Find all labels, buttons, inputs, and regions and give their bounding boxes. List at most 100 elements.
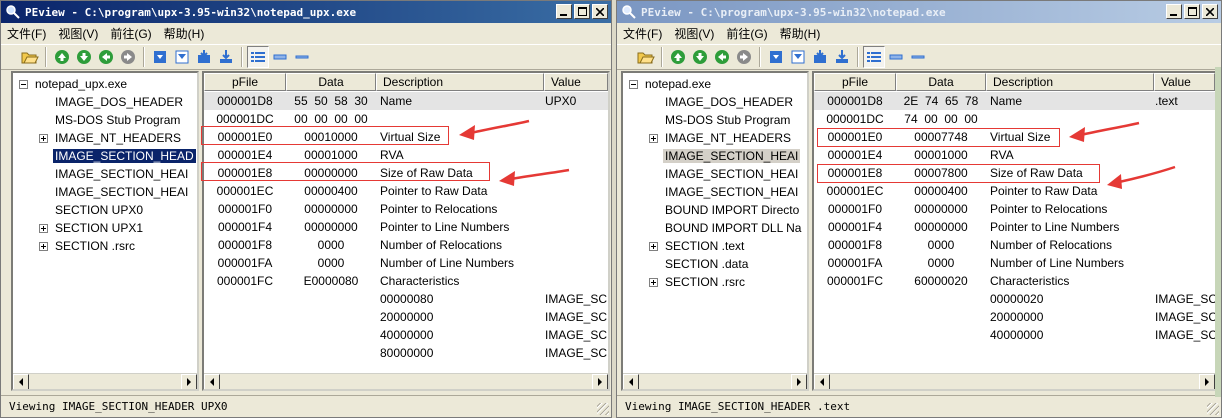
table-row[interactable]: 80000000 IMAGE_SC xyxy=(204,344,608,362)
tree-item[interactable]: SECTION UPX0 xyxy=(53,201,145,219)
column-header-data[interactable]: Data xyxy=(896,73,986,91)
tree-item[interactable]: SECTION .data xyxy=(663,255,750,273)
tree-item[interactable]: IMAGE_NT_HEADERS xyxy=(649,129,793,147)
tree-item[interactable]: MS-DOS Stub Program xyxy=(663,111,792,129)
table-row[interactable]: 40000000 IMAGE_SC xyxy=(814,326,1215,344)
table-row[interactable]: 000001E8 00000000 Size of Raw Data xyxy=(204,164,608,182)
collapse-icon[interactable] xyxy=(19,80,28,89)
expand-icon[interactable] xyxy=(649,134,658,143)
list-view-icon[interactable] xyxy=(863,46,885,68)
tree-item[interactable]: MS-DOS Stub Program xyxy=(53,111,182,129)
table-row[interactable]: 000001EC 00000400 Pointer to Raw Data xyxy=(204,182,608,200)
expand-icon[interactable] xyxy=(649,278,658,287)
green-up-icon[interactable] xyxy=(667,46,689,68)
table-row[interactable]: 000001EC 00000400 Pointer to Raw Data xyxy=(814,182,1215,200)
scroll-right-button[interactable] xyxy=(592,374,608,389)
resize-grip[interactable] xyxy=(597,403,609,415)
compact-view-icon[interactable] xyxy=(907,46,929,68)
title-bar[interactable]: PEview - C:\program\upx-3.95-win32\notep… xyxy=(1,1,611,23)
address-down-icon[interactable] xyxy=(831,46,853,68)
scroll-left-button[interactable] xyxy=(204,374,220,389)
table-row[interactable]: 40000000 IMAGE_SC xyxy=(204,326,608,344)
table-row[interactable]: 000001E8 00007800 Size of Raw Data xyxy=(814,164,1215,182)
green-down-icon[interactable] xyxy=(73,46,95,68)
column-header-data[interactable]: Data xyxy=(286,73,376,91)
table-row[interactable]: 000001DC 00 00 00 00 xyxy=(204,110,608,128)
table-row[interactable]: 000001F8 0000 Number of Relocations xyxy=(204,236,608,254)
magnifier-app-icon[interactable] xyxy=(621,4,637,20)
table-row[interactable]: 000001F0 00000000 Pointer to Relocations xyxy=(204,200,608,218)
table-row[interactable]: 20000000 IMAGE_SC xyxy=(814,308,1215,326)
scroll-left-button[interactable] xyxy=(623,374,639,389)
table-row[interactable]: 000001FC 60000020 Characteristics xyxy=(814,272,1215,290)
table-row[interactable]: 000001E0 00007748 Virtual Size xyxy=(814,128,1215,146)
magnifier-app-icon[interactable] xyxy=(5,4,21,20)
section-tree[interactable]: notepad.exe IMAGE_DOS_HEADER MS-DOS Stub P… xyxy=(621,71,809,391)
table-row[interactable]: 000001F4 00000000 Pointer to Line Numbers xyxy=(204,218,608,236)
table-row[interactable]: 000001F4 00000000 Pointer to Line Numbers xyxy=(814,218,1215,236)
menu-file[interactable]: 文件(F) xyxy=(623,25,662,42)
column-header-pfile[interactable]: pFile xyxy=(814,73,896,91)
column-header-pfile[interactable]: pFile xyxy=(204,73,286,91)
tree-item[interactable]: IMAGE_SECTION_HEAI xyxy=(53,183,190,201)
resize-grip[interactable] xyxy=(1207,403,1219,415)
table-row[interactable]: 000001FA 0000 Number of Line Numbers xyxy=(204,254,608,272)
expand-icon[interactable] xyxy=(39,242,48,251)
menu-view[interactable]: 视图(V) xyxy=(674,25,714,42)
expand-icon[interactable] xyxy=(649,242,658,251)
minimize-button[interactable] xyxy=(1166,4,1182,19)
green-back-icon[interactable] xyxy=(95,46,117,68)
address-down-icon[interactable] xyxy=(215,46,237,68)
tree-item[interactable]: notepad_upx.exe xyxy=(19,75,129,93)
table-row[interactable]: 00000020 IMAGE_SC xyxy=(814,290,1215,308)
tree-item[interactable]: IMAGE_DOS_HEADER xyxy=(663,93,795,111)
tree-item[interactable]: IMAGE_DOS_HEADER xyxy=(53,93,185,111)
field-list[interactable]: pFile Data Description Value 000001D8 2E … xyxy=(812,71,1217,391)
table-row[interactable]: 00000080 IMAGE_SC xyxy=(204,290,608,308)
table-row[interactable]: 000001F8 0000 Number of Relocations xyxy=(814,236,1215,254)
tree-item[interactable]: IMAGE_SECTION_HEAD xyxy=(52,147,197,165)
column-header-description[interactable]: Description xyxy=(986,73,1154,91)
tree-item[interactable]: IMAGE_SECTION_HEAI xyxy=(663,147,801,165)
column-header-description[interactable]: Description xyxy=(376,73,544,91)
tree-item[interactable]: SECTION .text xyxy=(649,237,746,255)
menu-help[interactable]: 帮助(H) xyxy=(780,25,821,42)
field-list[interactable]: pFile Data Description Value 000001D8 55 … xyxy=(202,71,610,391)
table-row[interactable]: 000001DC 74 00 00 00 xyxy=(814,110,1215,128)
table-row[interactable]: 000001E0 00010000 Virtual Size xyxy=(204,128,608,146)
close-button[interactable] xyxy=(1202,4,1218,19)
tree-item[interactable]: SECTION .rsrc xyxy=(39,237,137,255)
column-header-value[interactable]: Value xyxy=(1154,73,1215,91)
list-horizontal-scrollbar[interactable] xyxy=(204,373,608,389)
table-row[interactable]: 000001D8 55 50 58 30 Name UPX0 xyxy=(204,92,608,110)
tree-item[interactable]: IMAGE_SECTION_HEAI xyxy=(53,165,190,183)
address-icon[interactable] xyxy=(193,46,215,68)
collapse-icon[interactable] xyxy=(629,80,638,89)
tree-item[interactable]: SECTION UPX1 xyxy=(39,219,145,237)
tree-item[interactable]: notepad.exe xyxy=(629,75,713,93)
detail-view-icon[interactable] xyxy=(885,46,907,68)
list-horizontal-scrollbar[interactable] xyxy=(814,373,1215,389)
gray-forward-icon[interactable] xyxy=(733,46,755,68)
menu-help[interactable]: 帮助(H) xyxy=(164,25,205,42)
scroll-left-button[interactable] xyxy=(13,374,29,389)
gray-forward-icon[interactable] xyxy=(117,46,139,68)
detail-view-icon[interactable] xyxy=(269,46,291,68)
menu-goto[interactable]: 前往(G) xyxy=(110,25,151,42)
scroll-right-button[interactable] xyxy=(181,374,197,389)
scroll-right-button[interactable] xyxy=(791,374,807,389)
address-icon[interactable] xyxy=(809,46,831,68)
menu-view[interactable]: 视图(V) xyxy=(58,25,98,42)
title-bar[interactable]: PEview - C:\program\upx-3.95-win32\notep… xyxy=(617,1,1221,23)
table-row[interactable]: 000001D8 2E 74 65 78 Name .text xyxy=(814,92,1215,110)
scroll-right-button[interactable] xyxy=(1199,374,1215,389)
open-folder-icon[interactable] xyxy=(635,46,657,68)
expand-icon[interactable] xyxy=(39,224,48,233)
table-row[interactable]: 000001E4 00001000 RVA xyxy=(814,146,1215,164)
minimize-button[interactable] xyxy=(556,4,572,19)
tree-item[interactable]: IMAGE_NT_HEADERS xyxy=(39,129,183,147)
table-row[interactable]: 000001F0 00000000 Pointer to Relocations xyxy=(814,200,1215,218)
table-row[interactable]: 000001FA 0000 Number of Line Numbers xyxy=(814,254,1215,272)
scroll-left-button[interactable] xyxy=(814,374,830,389)
compact-view-icon[interactable] xyxy=(291,46,313,68)
